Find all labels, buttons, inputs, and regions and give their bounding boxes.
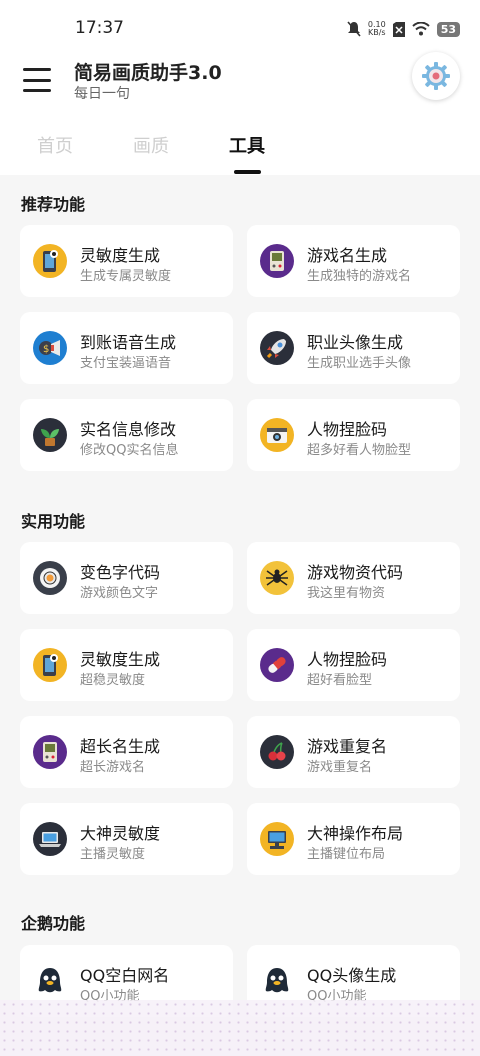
tab-quality[interactable]: 画质 [133,132,169,158]
tool-card-subtitle: 主播灵敏度 [80,847,146,862]
tool-card-pro-sensitivity[interactable]: 大神灵敏度 主播灵敏度 [20,803,233,875]
rocket-icon [260,331,294,365]
tool-card-title: 职业头像生成 [307,333,404,352]
section-title-penguin: 企鹅功能 [21,914,86,933]
bottom-dot-overlay [0,1000,480,1056]
mute-icon [347,21,361,37]
menu-line [23,89,51,92]
tool-card-payment-voice[interactable]: $ 到账语音生成 支付宝装逼语音 [20,312,233,384]
tool-card-title: 大神操作布局 [307,824,404,843]
tool-card-title: QQ头像生成 [307,966,397,985]
tool-card-title: 灵敏度生成 [80,650,161,669]
svg-text:$: $ [43,344,49,355]
status-icons: 0.10 KB/s 53 [347,21,460,37]
tool-card-title: 游戏物资代码 [307,563,404,582]
tool-card-subtitle: 生成职业选手头像 [307,356,412,371]
network-speed: 0.10 KB/s [367,20,386,37]
gear-icon [422,62,450,90]
tool-card-face-code-2[interactable]: 人物捏脸码 超好看脸型 [247,629,460,701]
penguin-icon [33,964,67,998]
menu-line [23,78,51,82]
phone-icon [33,244,67,278]
gameboy-icon [33,735,67,769]
status-time: 17:37 [75,18,124,38]
cherry-icon [260,735,294,769]
plant-icon [33,418,67,452]
camera-icon [260,418,294,452]
tab-indicator [234,170,261,174]
battery-indicator: 53 [436,21,460,37]
penguin-icon [260,964,294,998]
laptop-icon [33,822,67,856]
status-bar: 17:37 0.10 KB/s 53 [0,0,480,58]
menu-line [23,68,51,71]
tool-card-subtitle: 游戏颜色文字 [80,586,159,601]
tool-card-title: 变色字代码 [80,563,161,582]
tool-card-title: 人物捏脸码 [307,420,388,439]
gameboy-icon [260,244,294,278]
tool-card-game-name[interactable]: 游戏名生成 生成独特的游戏名 [247,225,460,297]
tool-card-sensitivity-stable[interactable]: 灵敏度生成 超稳灵敏度 [20,629,233,701]
tab-home[interactable]: 首页 [37,132,73,158]
tool-card-subtitle: 支付宝装逼语音 [80,356,172,371]
tool-card-title: 超长名生成 [80,737,161,756]
tool-card-subtitle: 生成独特的游戏名 [307,269,412,284]
tool-card-subtitle: 我这里有物资 [307,586,386,601]
tools-content: 推荐功能 灵敏度生成 生成专属灵敏度 游戏名生成 生成独特的游戏名 $ 到账语音… [0,175,480,1056]
spider-icon [260,561,294,595]
money-megaphone-icon: $ [33,331,67,365]
app-bar: 简易画质助手3.0 每日一句 [0,52,480,120]
tool-card-subtitle: 游戏重复名 [307,760,373,775]
tool-card-subtitle: 超好看脸型 [307,673,373,688]
wifi-icon [412,22,430,36]
tool-card-duplicate-name[interactable]: 游戏重复名 游戏重复名 [247,716,460,788]
no-sim-icon [392,21,405,37]
tool-card-title: 游戏名生成 [307,246,388,265]
desktop-icon [260,822,294,856]
tool-card-title: 游戏重复名 [307,737,388,756]
settings-button[interactable] [412,52,460,100]
tool-card-title: 大神灵敏度 [80,824,161,843]
tool-card-subtitle: 主播键位布局 [307,847,386,862]
section-title-recommended: 推荐功能 [21,195,86,214]
menu-button[interactable] [23,68,51,92]
tool-card-long-name[interactable]: 超长名生成 超长游戏名 [20,716,233,788]
pill-icon [260,648,294,682]
tool-card-title: 实名信息修改 [80,420,177,439]
app-title: 简易画质助手3.0 [74,62,222,84]
section-title-practical: 实用功能 [21,512,86,531]
phone-icon [33,648,67,682]
tool-card-pro-layout[interactable]: 大神操作布局 主播键位布局 [247,803,460,875]
tool-card-color-text[interactable]: 变色字代码 游戏颜色文字 [20,542,233,614]
tool-card-realname-edit[interactable]: 实名信息修改 修改QQ实名信息 [20,399,233,471]
tool-card-subtitle: 超多好看人物脸型 [307,443,412,458]
tool-card-subtitle: 超长游戏名 [80,760,146,775]
tool-card-subtitle: 修改QQ实名信息 [80,443,179,458]
tool-card-title: 灵敏度生成 [80,246,161,265]
tool-card-title: 人物捏脸码 [307,650,388,669]
tool-card-subtitle: 超稳灵敏度 [80,673,146,688]
tab-bar: 首页 画质 工具 [0,120,480,175]
app-subtitle: 每日一句 [74,86,130,102]
tool-card-pro-avatar[interactable]: 职业头像生成 生成职业选手头像 [247,312,460,384]
tool-card-title: 到账语音生成 [80,333,177,352]
tool-card-face-code[interactable]: 人物捏脸码 超多好看人物脸型 [247,399,460,471]
tool-card-sensitivity[interactable]: 灵敏度生成 生成专属灵敏度 [20,225,233,297]
sushi-icon [33,561,67,595]
tool-card-subtitle: 生成专属灵敏度 [80,269,172,284]
tool-card-game-supplies[interactable]: 游戏物资代码 我这里有物资 [247,542,460,614]
tab-tools[interactable]: 工具 [229,132,265,158]
tool-card-title: QQ空白网名 [80,966,170,985]
